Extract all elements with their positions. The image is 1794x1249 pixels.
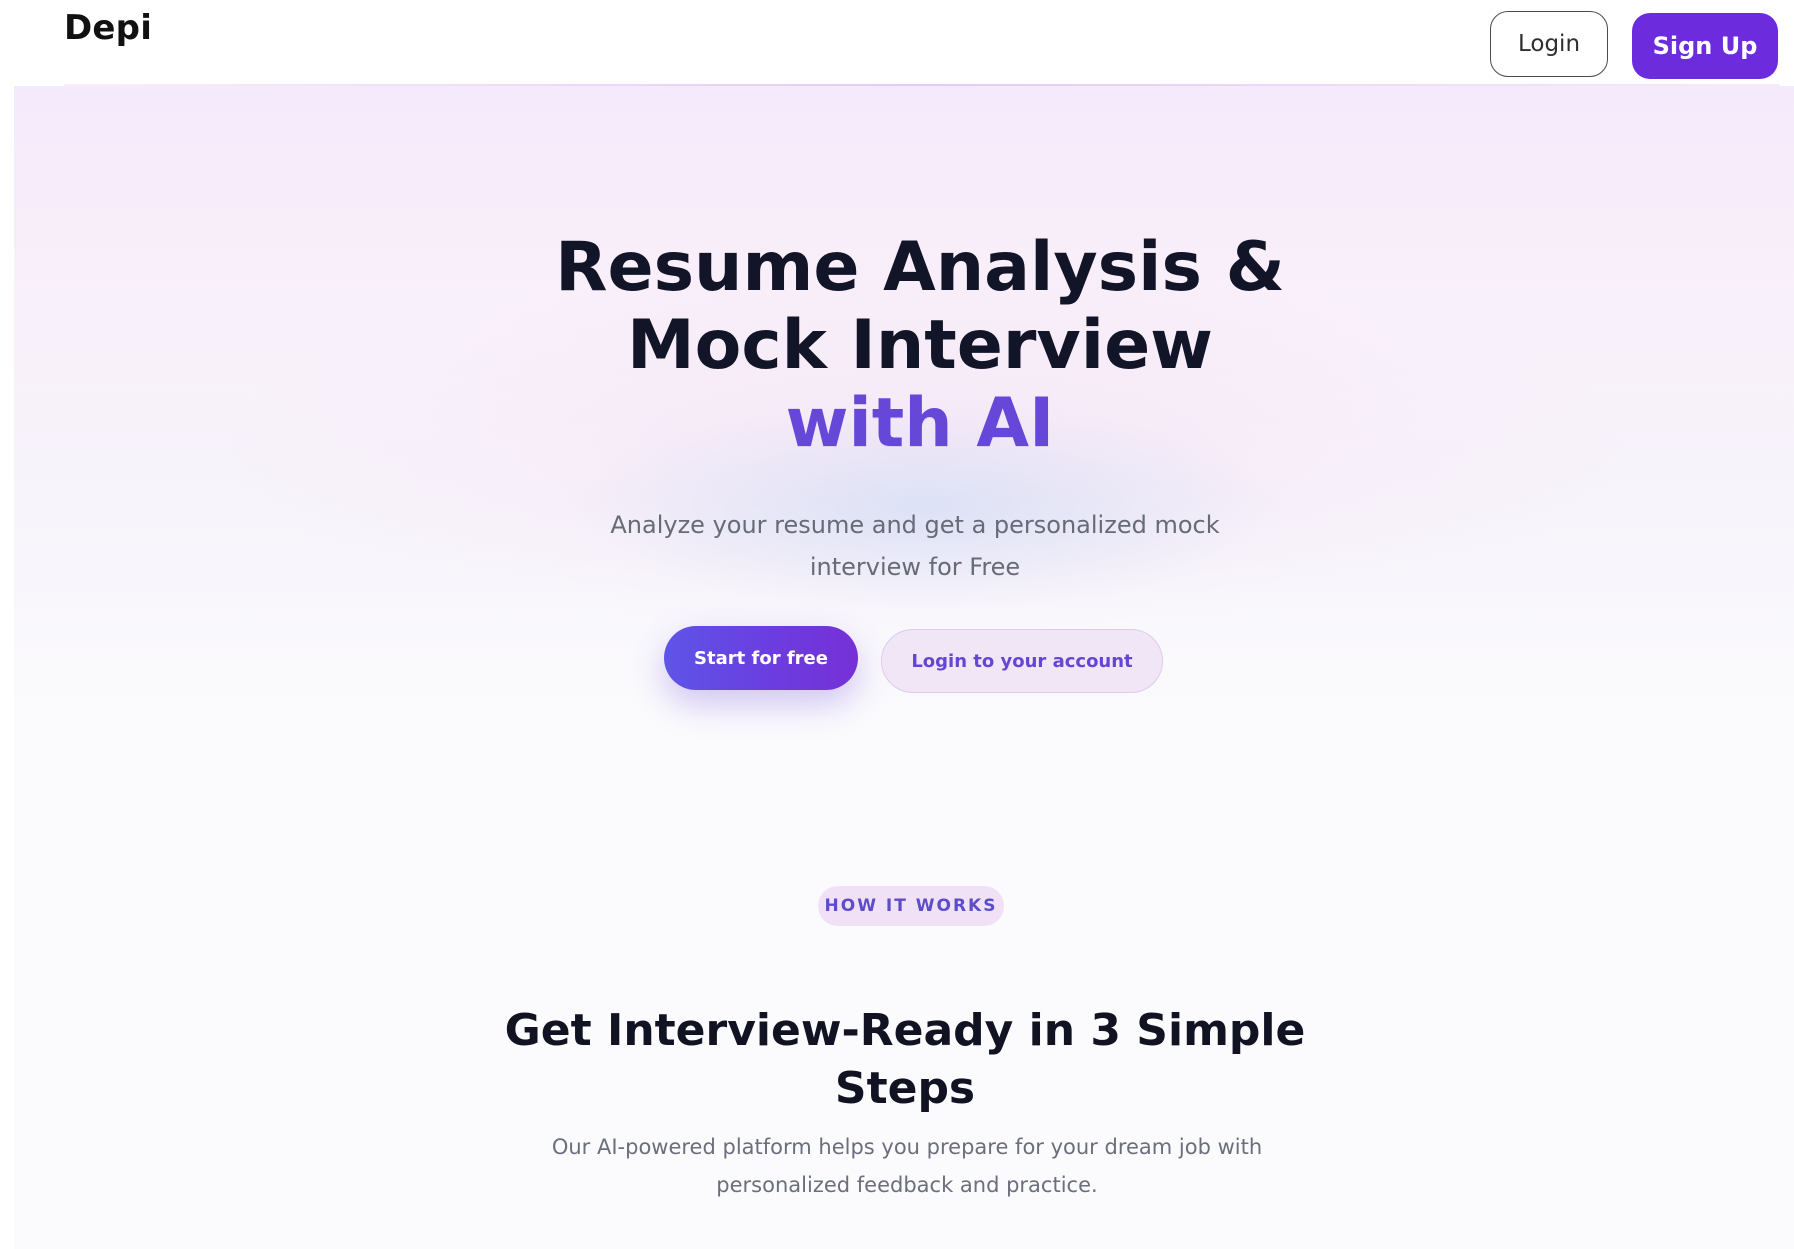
hero-title-line-1: Resume Analysis & bbox=[555, 228, 1285, 307]
steps-title: Get Interview-Ready in 3 Simple Steps bbox=[504, 1005, 1306, 1114]
login-button[interactable]: Login bbox=[1490, 11, 1608, 77]
top-navigation: Depi Login Sign Up bbox=[0, 0, 1794, 86]
how-it-works-badge: HOW IT WORKS bbox=[818, 886, 1004, 926]
login-to-account-button[interactable]: Login to your account bbox=[881, 629, 1163, 693]
hero-subtitle: Analyze your resume and get a personaliz… bbox=[610, 511, 1220, 581]
signup-button[interactable]: Sign Up bbox=[1632, 13, 1778, 79]
hero-title: Resume Analysis & Mock Interview with AI bbox=[550, 229, 1290, 463]
left-edge-strip bbox=[0, 70, 14, 1249]
steps-description: Our AI-powered platform helps you prepar… bbox=[551, 1135, 1263, 1197]
header-divider bbox=[64, 84, 1780, 86]
brand-logo[interactable]: Depi bbox=[64, 8, 152, 48]
hero-title-line-2: Mock Interview bbox=[626, 306, 1214, 385]
start-for-free-button[interactable]: Start for free bbox=[664, 626, 858, 690]
hero-title-accent: with AI bbox=[785, 384, 1055, 463]
